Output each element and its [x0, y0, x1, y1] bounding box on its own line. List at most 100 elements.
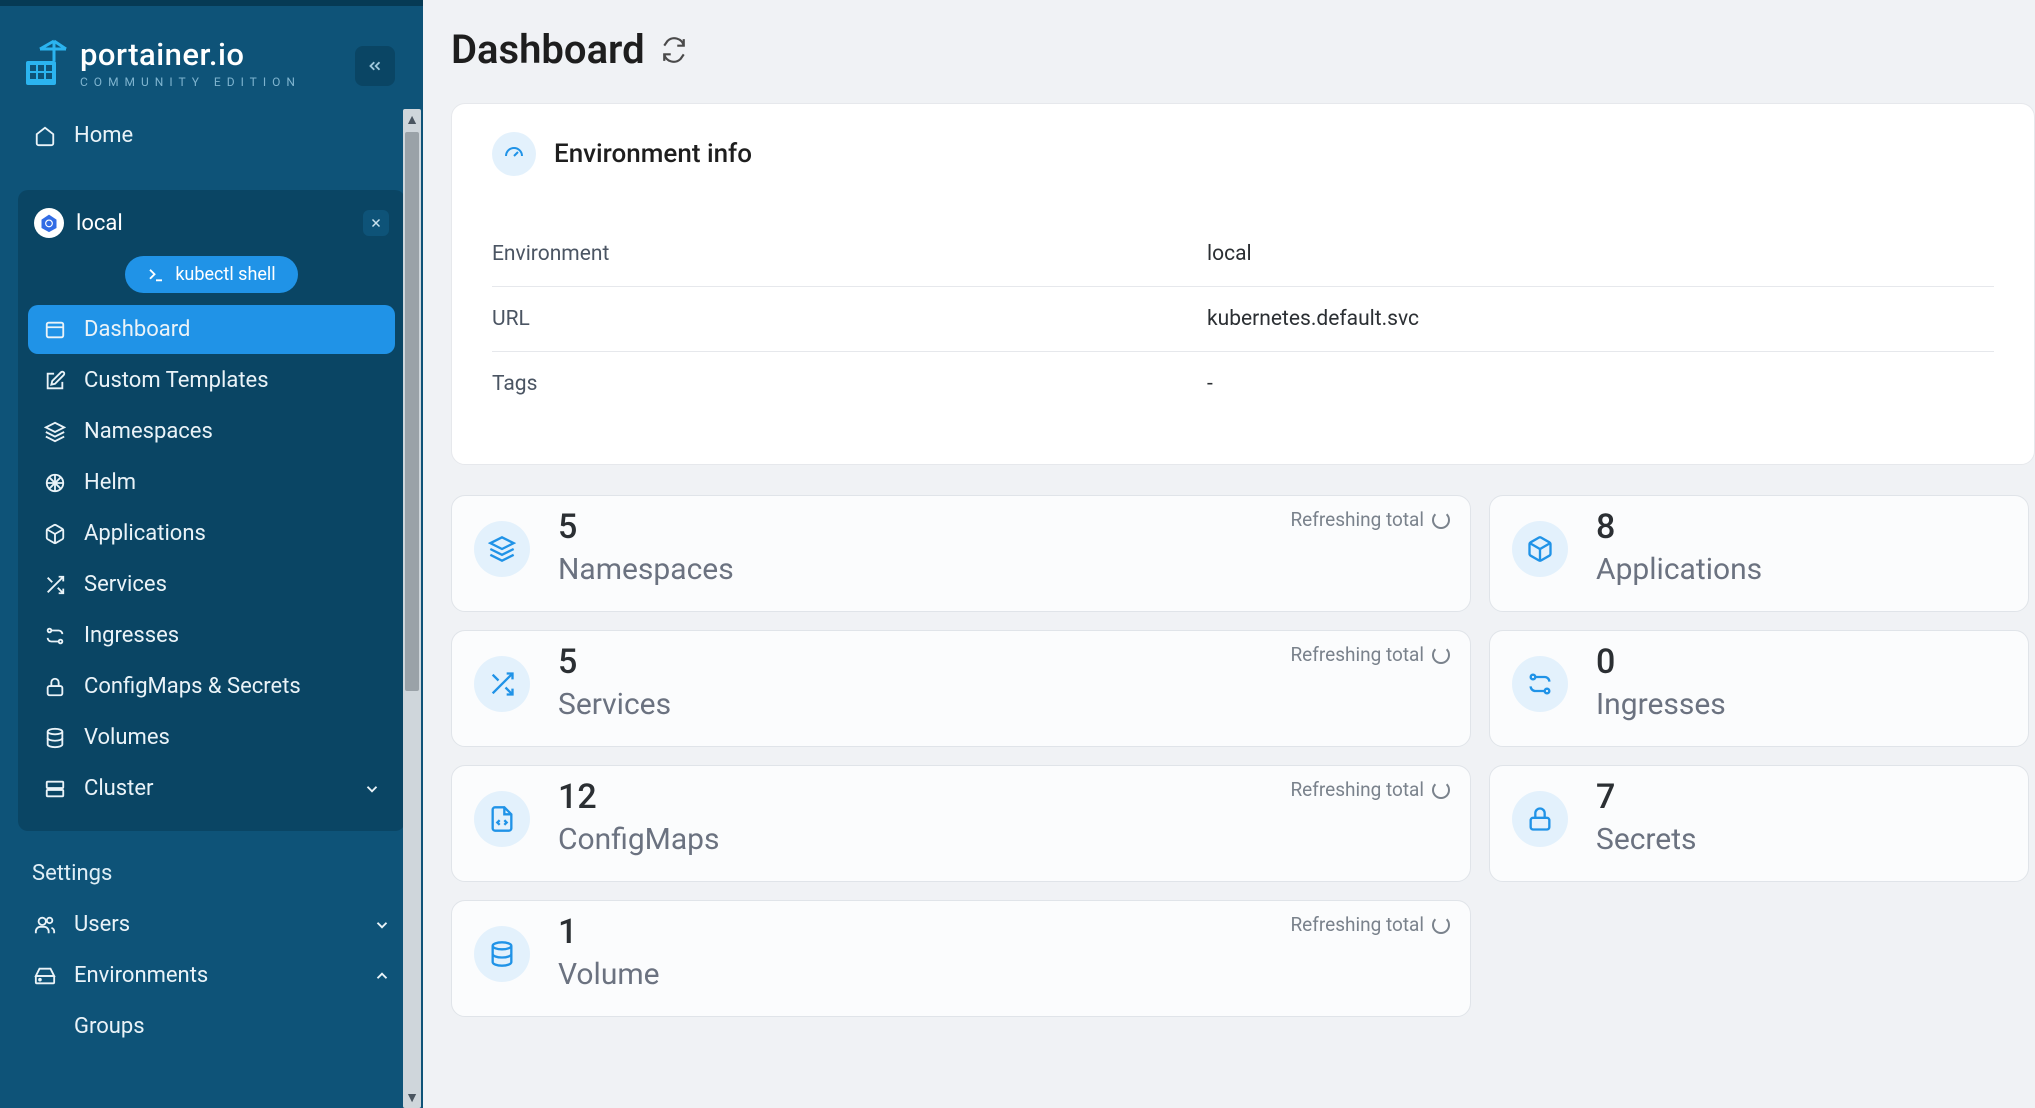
sidebar-item-label: Groups: [74, 1014, 145, 1039]
sidebar-item-label: Helm: [84, 470, 136, 495]
brand-name: portainer.io: [80, 36, 301, 73]
sidebar-item-label: Home: [74, 123, 133, 148]
spinner-icon: [1432, 646, 1450, 664]
helm-icon: [42, 472, 68, 494]
sidebar-item-applications[interactable]: Applications: [28, 509, 395, 558]
info-value: kubernetes.default.svc: [1207, 307, 1419, 331]
sidebar-item-label: Ingresses: [84, 623, 179, 648]
sidebar-scroll[interactable]: Home local kubectl shell: [0, 109, 423, 1108]
gauge-icon: [492, 132, 536, 176]
database-icon: [474, 926, 530, 982]
sidebar: portainer.io COMMUNITY EDITION Home loca…: [0, 0, 423, 1108]
sidebar-item-services[interactable]: Services: [28, 560, 395, 609]
sidebar-item-helm[interactable]: Helm: [28, 458, 395, 507]
page-title: Dashboard: [451, 26, 2035, 103]
sidebar-item-environments[interactable]: Environments: [18, 951, 405, 1000]
sidebar-item-label: Users: [74, 912, 130, 937]
sidebar-item-users[interactable]: Users: [18, 900, 405, 949]
info-label: Environment: [492, 242, 1207, 266]
refreshing-badge: Refreshing total: [1290, 913, 1450, 936]
sidebar-item-label: Volumes: [84, 725, 170, 750]
kubernetes-icon: [34, 208, 64, 238]
sidebar-item-label: Services: [84, 572, 167, 597]
scroll-up-arrow-icon[interactable]: ▲: [403, 109, 421, 130]
sidebar-item-cluster[interactable]: Cluster: [28, 764, 395, 813]
sidebar-item-home[interactable]: Home: [18, 111, 405, 160]
server-icon: [42, 778, 68, 800]
card-label: Applications: [1596, 552, 1762, 587]
card-secrets[interactable]: 7 Secrets: [1489, 765, 2029, 882]
sidebar-scrollbar[interactable]: ▲ ▼: [403, 109, 421, 1108]
card-label: Namespaces: [558, 552, 734, 587]
sidebar-item-configmaps-secrets[interactable]: ConfigMaps & Secrets: [28, 662, 395, 711]
edit-icon: [42, 370, 68, 392]
info-row: Environment local: [492, 222, 1994, 287]
page-title-text: Dashboard: [451, 26, 645, 73]
card-count: 5: [558, 645, 671, 679]
dashboard-icon: [42, 319, 68, 341]
sidebar-item-groups[interactable]: Groups: [18, 1002, 405, 1051]
card-label: Volume: [558, 957, 660, 992]
dashboard-cards: Refreshing total 5 Namespaces 8 Applicat…: [451, 495, 2035, 1017]
card-count: 8: [1596, 510, 1762, 544]
environment-group: local kubectl shell Dashboard Custom: [18, 190, 405, 831]
database-icon: [42, 727, 68, 749]
main-content: Dashboard Environment info Environment l…: [423, 0, 2035, 1108]
sidebar-item-label: ConfigMaps & Secrets: [84, 674, 301, 699]
card-label: Secrets: [1596, 822, 1697, 857]
card-configmaps[interactable]: Refreshing total 12 ConfigMaps: [451, 765, 1471, 882]
sidebar-item-namespaces[interactable]: Namespaces: [28, 407, 395, 456]
refresh-button[interactable]: [661, 37, 687, 63]
terminal-icon: [147, 266, 165, 284]
ingress-icon: [1512, 656, 1568, 712]
scrollbar-thumb[interactable]: [405, 132, 419, 691]
chevron-up-icon: [373, 967, 391, 985]
environment-close-button[interactable]: [363, 210, 389, 236]
sidebar-item-label: Custom Templates: [84, 368, 269, 393]
card-count: 7: [1596, 780, 1697, 814]
kubectl-shell-button[interactable]: kubectl shell: [125, 256, 297, 293]
sidebar-item-label: Applications: [84, 521, 206, 546]
lock-icon: [42, 676, 68, 698]
collapse-sidebar-button[interactable]: [355, 46, 395, 86]
card-applications[interactable]: 8 Applications: [1489, 495, 2029, 612]
settings-heading: Settings: [18, 831, 405, 898]
environment-header: local: [28, 200, 395, 250]
spinner-icon: [1432, 916, 1450, 934]
spinner-icon: [1432, 511, 1450, 529]
chevron-down-icon: [363, 780, 381, 798]
environment-info-panel: Environment info Environment local URL k…: [451, 103, 2035, 465]
refreshing-text: Refreshing total: [1290, 643, 1424, 666]
sidebar-item-custom-templates[interactable]: Custom Templates: [28, 356, 395, 405]
ingress-icon: [42, 625, 68, 647]
brand-edition: COMMUNITY EDITION: [80, 75, 301, 89]
card-label: Ingresses: [1596, 687, 1726, 722]
card-ingresses[interactable]: 0 Ingresses: [1489, 630, 2029, 747]
scroll-down-arrow-icon[interactable]: ▼: [403, 1087, 421, 1108]
refreshing-badge: Refreshing total: [1290, 643, 1450, 666]
refreshing-text: Refreshing total: [1290, 778, 1424, 801]
refreshing-text: Refreshing total: [1290, 508, 1424, 531]
card-count: 5: [558, 510, 734, 544]
card-count: 0: [1596, 645, 1726, 679]
lock-icon: [1512, 791, 1568, 847]
info-row: Tags -: [492, 352, 1994, 416]
info-label: URL: [492, 307, 1207, 331]
file-code-icon: [474, 791, 530, 847]
card-volumes[interactable]: Refreshing total 1 Volume: [451, 900, 1471, 1017]
info-value: -: [1207, 372, 1213, 396]
logo[interactable]: portainer.io COMMUNITY EDITION: [20, 36, 301, 89]
card-namespaces[interactable]: Refreshing total 5 Namespaces: [451, 495, 1471, 612]
chevron-down-icon: [373, 916, 391, 934]
portainer-logo-icon: [20, 37, 68, 89]
card-count: 12: [558, 780, 720, 814]
sidebar-item-volumes[interactable]: Volumes: [28, 713, 395, 762]
sidebar-item-ingresses[interactable]: Ingresses: [28, 611, 395, 660]
sidebar-item-dashboard[interactable]: Dashboard: [28, 305, 395, 354]
refreshing-badge: Refreshing total: [1290, 778, 1450, 801]
info-label: Tags: [492, 372, 1207, 396]
card-services[interactable]: Refreshing total 5 Services: [451, 630, 1471, 747]
shuffle-icon: [474, 656, 530, 712]
card-label: ConfigMaps: [558, 822, 720, 857]
box-icon: [1512, 521, 1568, 577]
